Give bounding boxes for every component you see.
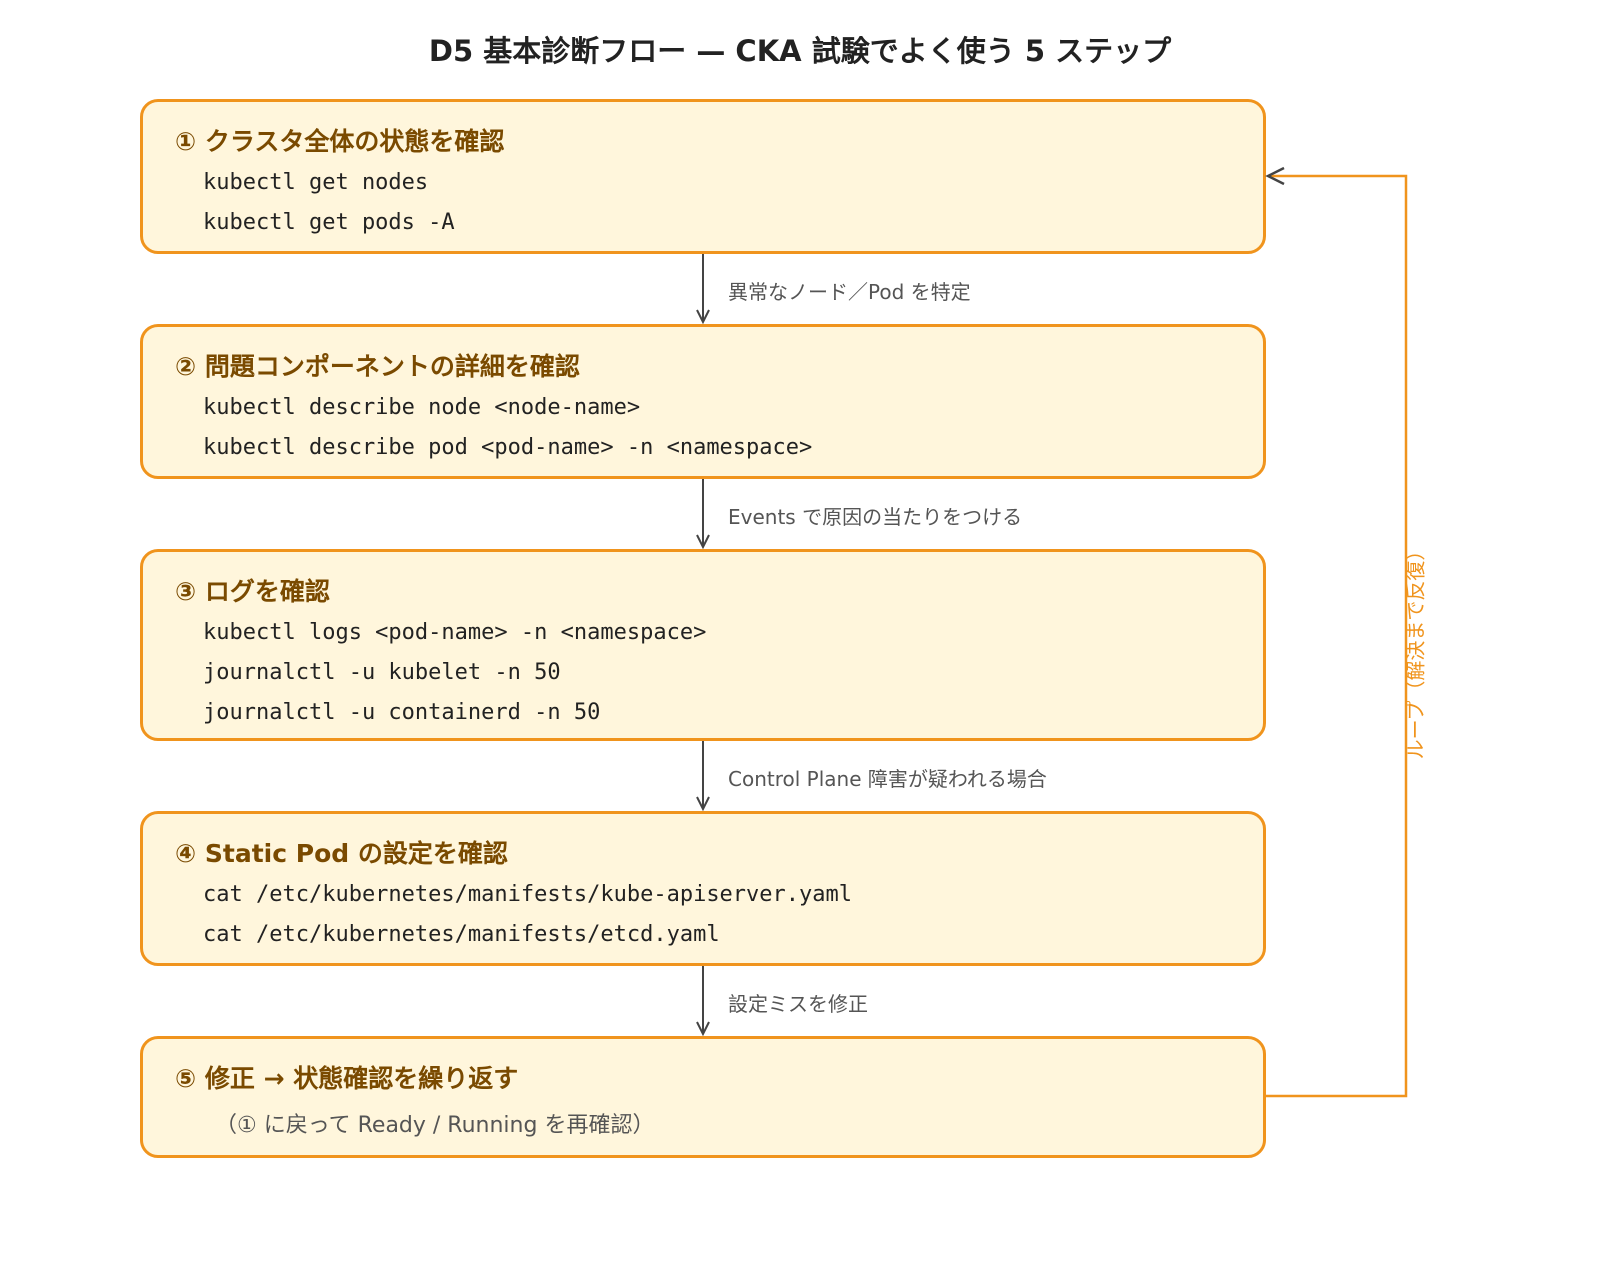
loop-back-line bbox=[1266, 174, 1408, 1098]
loop-label: ループ（解決まで反復） bbox=[1403, 540, 1428, 760]
transition-label-3: Control Plane 障害が疑われる場合 bbox=[728, 767, 1047, 791]
transition-label-1: 異常なノード／Pod を特定 bbox=[728, 280, 971, 304]
flow-connectors bbox=[696, 166, 1408, 1098]
transition-label-4: 設定ミスを修正 bbox=[728, 992, 868, 1016]
transition-label-2: Events で原因の当たりをつける bbox=[728, 505, 1023, 529]
